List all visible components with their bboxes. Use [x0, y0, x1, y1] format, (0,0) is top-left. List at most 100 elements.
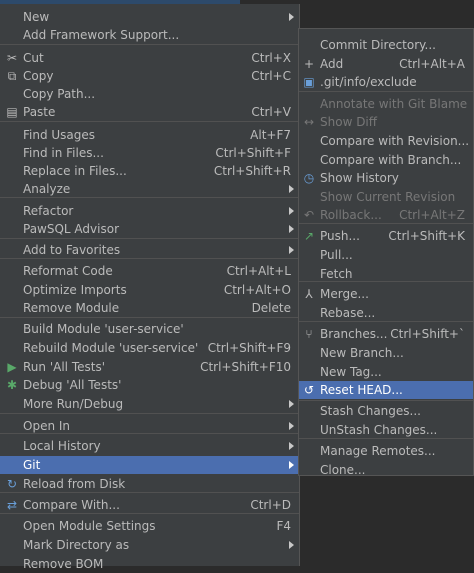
main_menu-item-remove-bom[interactable]: Remove BOM	[0, 555, 299, 573]
git_menu-item-show-history[interactable]: ◷ Show History	[299, 169, 473, 187]
debug-icon: ✱	[6, 378, 18, 392]
main_menu-item-label: Paste	[23, 105, 56, 119]
main_menu-item-cut[interactable]: ✂ Cut Ctrl+X	[0, 49, 299, 67]
submenu-arrow-icon	[289, 246, 294, 254]
git_menu-item-merge[interactable]: ⅄ Merge...	[299, 285, 473, 303]
git_menu-item-rebase[interactable]: Rebase...	[299, 304, 473, 322]
shortcut-label: Ctrl+Shift+F	[215, 146, 291, 160]
submenu-arrow-icon	[289, 13, 294, 21]
main_menu-item-label: Remove Module	[23, 301, 120, 315]
git_menu-item-pull[interactable]: Pull...	[299, 246, 473, 264]
git_menu-item-label: Merge...	[320, 287, 369, 301]
main_menu-item-label: Compare With...	[23, 498, 120, 512]
git_menu-item-unstash-changes[interactable]: UnStash Changes...	[299, 421, 473, 439]
git_menu-item-show-diff: ↔ Show Diff	[299, 113, 473, 131]
main_menu-item-copy-path[interactable]: Copy Path...	[0, 85, 299, 103]
project-context-menu: New Add Framework Support... ✂ Cut Ctrl+X ⧉ Co…	[0, 4, 300, 571]
shortcut-label: Ctrl+Alt+A	[399, 57, 465, 71]
git_menu-item-add[interactable]: + Add Ctrl+Alt+A	[299, 55, 473, 73]
submenu-arrow-icon	[289, 207, 294, 215]
main_menu-item-label: Git	[23, 458, 41, 472]
git_menu-item-manage-remotes[interactable]: Manage Remotes...	[299, 442, 473, 460]
submenu-arrow-icon	[289, 400, 294, 408]
main_menu-item-reformat-code[interactable]: Reformat Code Ctrl+Alt+L	[0, 262, 299, 280]
git_menu-item-clone[interactable]: Clone...	[299, 461, 473, 479]
shortcut-label: F4	[276, 519, 291, 533]
main_menu-item-refactor[interactable]: Refactor	[0, 202, 299, 220]
main_menu-item-optimize-imports[interactable]: Optimize Imports Ctrl+Alt+O	[0, 281, 299, 299]
main_menu-item-label: Find in Files...	[23, 146, 104, 160]
git_menu-item-label: Pull...	[320, 248, 353, 262]
shortcut-label: Ctrl+Alt+L	[226, 264, 291, 278]
shortcut-label: Ctrl+Shift+`	[390, 327, 465, 341]
main_menu-item-label: Find Usages	[23, 128, 96, 142]
git_menu-item-label: New Branch...	[320, 346, 404, 360]
cut-icon: ✂	[6, 51, 18, 65]
git-submenu: Commit Directory... + Add Ctrl+Alt+A ▣ .git/i…	[298, 28, 474, 479]
main_menu-item-build-module-user-service[interactable]: Build Module 'user-service'	[0, 320, 299, 338]
git_menu-item-label: Reset HEAD...	[320, 383, 403, 397]
main_menu-item-label: Optimize Imports	[23, 283, 127, 297]
main_menu-item-paste[interactable]: ▤ Paste Ctrl+V	[0, 103, 299, 121]
main_menu-item-label: Add to Favorites	[23, 243, 121, 257]
main_menu-item-mark-directory-as[interactable]: Mark Directory as	[0, 536, 299, 554]
reload-icon: ↻	[6, 477, 18, 491]
main_menu-item-rebuild-module-user-service[interactable]: Rebuild Module 'user-service' Ctrl+Shift+…	[0, 339, 299, 357]
menu-separator	[299, 223, 473, 224]
git_menu-item-git-info-exclude[interactable]: ▣ .git/info/exclude	[299, 73, 473, 91]
menu-separator	[0, 413, 299, 414]
git_menu-item-label: Compare with Revision...	[320, 134, 470, 148]
menu-separator	[299, 281, 473, 282]
shortcut-label: Ctrl+D	[250, 498, 291, 512]
git_menu-item-commit-directory[interactable]: Commit Directory...	[299, 36, 473, 54]
main_menu-item-git[interactable]: Git	[0, 456, 299, 474]
main_menu-item-label: Reload from Disk	[23, 477, 126, 491]
git_menu-item-branches[interactable]: ⑂ Branches... Ctrl+Shift+`	[299, 325, 473, 343]
main_menu-item-label: More Run/Debug	[23, 397, 124, 411]
main_menu-item-local-history[interactable]: Local History	[0, 437, 299, 455]
main_menu-item-label: Rebuild Module 'user-service'	[23, 341, 199, 355]
menu-separator	[0, 433, 299, 434]
shortcut-label: Ctrl+Shift+K	[388, 229, 465, 243]
main_menu-item-compare-with[interactable]: ⇄ Compare With... Ctrl+D	[0, 496, 299, 514]
main_menu-item-pawsql-advisor[interactable]: PawSQL Advisor	[0, 220, 299, 238]
main_menu-item-open-module-settings[interactable]: Open Module Settings F4	[0, 517, 299, 535]
git_menu-item-compare-with-revision[interactable]: Compare with Revision...	[299, 132, 473, 150]
main_menu-item-label: Copy Path...	[23, 87, 96, 101]
main_menu-item-copy[interactable]: ⧉ Copy Ctrl+C	[0, 67, 299, 85]
main_menu-item-new[interactable]: New	[0, 8, 299, 26]
main_menu-item-more-run-debug[interactable]: More Run/Debug	[0, 395, 299, 413]
git_menu-item-compare-with-branch[interactable]: Compare with Branch...	[299, 151, 473, 169]
git_menu-item-reset-head[interactable]: ↺ Reset HEAD...	[299, 381, 473, 399]
shortcut-label: Delete	[251, 301, 291, 315]
menu-separator	[299, 438, 473, 439]
shortcut-label: Ctrl+Shift+F9	[207, 341, 291, 355]
shortcut-label: Alt+F7	[250, 128, 291, 142]
copy-icon: ⧉	[7, 69, 17, 83]
main_menu-item-replace-in-files[interactable]: Replace in Files... Ctrl+Shift+R	[0, 162, 299, 180]
git_menu-item-stash-changes[interactable]: Stash Changes...	[299, 402, 473, 420]
shortcut-label: Ctrl+Shift+R	[213, 164, 291, 178]
main_menu-item-find-in-files[interactable]: Find in Files... Ctrl+Shift+F	[0, 144, 299, 162]
main_menu-item-find-usages[interactable]: Find Usages Alt+F7	[0, 126, 299, 144]
git-file-icon: ▣	[303, 75, 315, 89]
main_menu-item-label: Local History	[23, 439, 101, 453]
rollback-icon: ↶	[303, 208, 315, 222]
git_menu-item-new-tag[interactable]: New Tag...	[299, 363, 473, 381]
main_menu-item-add-to-favorites[interactable]: Add to Favorites	[0, 241, 299, 259]
main_menu-item-label: PawSQL Advisor	[23, 222, 120, 236]
git_menu-item-push[interactable]: ↗ Push... Ctrl+Shift+K	[299, 227, 473, 245]
main_menu-item-add-framework-support[interactable]: Add Framework Support...	[0, 26, 299, 44]
main_menu-item-analyze[interactable]: Analyze	[0, 180, 299, 198]
main_menu-item-run-all-tests[interactable]: ▶ Run 'All Tests' Ctrl+Shift+F10	[0, 358, 299, 376]
main_menu-item-remove-module[interactable]: Remove Module Delete	[0, 299, 299, 317]
main_menu-item-label: Analyze	[23, 182, 71, 196]
submenu-arrow-icon	[289, 185, 294, 193]
shortcut-label: Ctrl+V	[251, 105, 291, 119]
main_menu-item-reload-from-disk[interactable]: ↻ Reload from Disk	[0, 475, 299, 493]
main_menu-item-label: Mark Directory as	[23, 538, 130, 552]
git_menu-item-new-branch[interactable]: New Branch...	[299, 344, 473, 362]
main_menu-item-debug-all-tests[interactable]: ✱ Debug 'All Tests'	[0, 376, 299, 394]
git_menu-item-label: Stash Changes...	[320, 404, 421, 418]
add-icon: +	[303, 57, 315, 71]
